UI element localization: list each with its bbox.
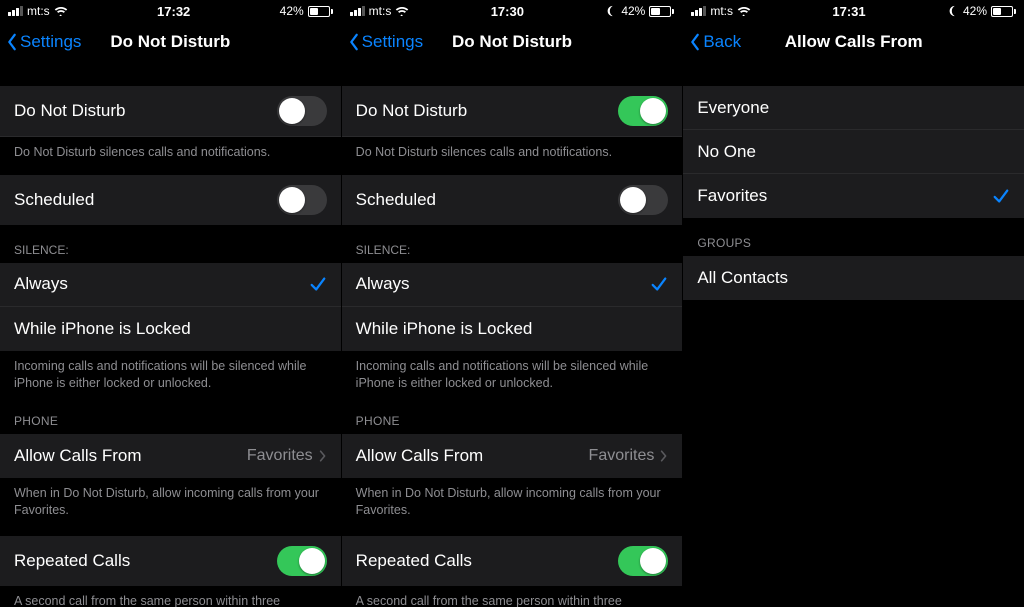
dnd-switch[interactable] bbox=[618, 96, 668, 126]
status-bar: mt:s 17:30 42% bbox=[342, 0, 683, 20]
scheduled-toggle-row[interactable]: Scheduled bbox=[0, 175, 341, 225]
carrier-label: mt:s bbox=[27, 4, 50, 18]
scheduled-row-label: Scheduled bbox=[14, 190, 277, 210]
dnd-row-label: Do Not Disturb bbox=[356, 101, 619, 121]
repeated-calls-switch[interactable] bbox=[618, 546, 668, 576]
nav-bar: Settings Do Not Disturb bbox=[342, 20, 683, 64]
back-label: Settings bbox=[20, 32, 81, 52]
checkmark-icon bbox=[992, 187, 1010, 205]
chevron-right-icon bbox=[319, 449, 327, 463]
group-all-contacts[interactable]: All Contacts bbox=[683, 256, 1024, 300]
scheduled-row-label: Scheduled bbox=[356, 190, 619, 210]
status-bar: mt:s 17:31 42% bbox=[683, 0, 1024, 20]
signal-bars-icon bbox=[691, 6, 706, 16]
nav-bar: Back Allow Calls From bbox=[683, 20, 1024, 64]
nav-bar: Settings Do Not Disturb bbox=[0, 20, 341, 64]
pane-allow-calls: mt:s 17:31 42% Back Allow Calls From Eve… bbox=[683, 0, 1024, 607]
allow-calls-row[interactable]: Allow Calls From Favorites bbox=[342, 434, 683, 478]
wifi-icon bbox=[737, 6, 751, 16]
clock-label: 17:31 bbox=[832, 4, 865, 19]
back-button[interactable]: Settings bbox=[348, 20, 423, 64]
chevron-right-icon bbox=[660, 449, 668, 463]
allow-calls-value: Favorites bbox=[589, 447, 655, 465]
chevron-left-icon bbox=[6, 33, 18, 51]
repeated-calls-footer: A second call from the same person withi… bbox=[0, 586, 341, 607]
chevron-left-icon bbox=[348, 33, 360, 51]
wifi-icon bbox=[395, 6, 409, 16]
silence-footer: Incoming calls and notifications will be… bbox=[342, 351, 683, 396]
silence-option-locked[interactable]: While iPhone is Locked bbox=[0, 307, 341, 351]
silence-option-always[interactable]: Always bbox=[342, 263, 683, 307]
dnd-toggle-row[interactable]: Do Not Disturb bbox=[0, 86, 341, 137]
back-button[interactable]: Settings bbox=[6, 20, 81, 64]
pane-dnd-off: mt:s 17:32 42% Settings Do Not Disturb D… bbox=[0, 0, 342, 607]
phone-header: PHONE bbox=[0, 396, 341, 434]
allow-calls-footer: When in Do Not Disturb, allow incoming c… bbox=[342, 478, 683, 523]
page-title: Do Not Disturb bbox=[110, 32, 230, 52]
carrier-label: mt:s bbox=[369, 4, 392, 18]
status-bar: mt:s 17:32 42% bbox=[0, 0, 341, 20]
allow-option-favorites[interactable]: Favorites bbox=[683, 174, 1024, 218]
allow-calls-footer: When in Do Not Disturb, allow incoming c… bbox=[0, 478, 341, 523]
allow-calls-value: Favorites bbox=[247, 447, 313, 465]
phone-header: PHONE bbox=[342, 396, 683, 434]
groups-header: GROUPS bbox=[683, 218, 1024, 256]
pane-dnd-on: mt:s 17:30 42% Settings Do Not Disturb D… bbox=[342, 0, 684, 607]
checkmark-icon bbox=[650, 275, 668, 293]
back-label: Back bbox=[703, 32, 741, 52]
moon-icon bbox=[947, 5, 959, 17]
dnd-footer: Do Not Disturb silences calls and notifi… bbox=[0, 137, 341, 165]
battery-icon bbox=[308, 6, 333, 17]
repeated-calls-switch[interactable] bbox=[277, 546, 327, 576]
battery-percent-label: 42% bbox=[621, 4, 645, 18]
repeated-calls-row[interactable]: Repeated Calls bbox=[0, 536, 341, 586]
signal-bars-icon bbox=[350, 6, 365, 16]
signal-bars-icon bbox=[8, 6, 23, 16]
silence-header: SILENCE: bbox=[0, 225, 341, 263]
battery-icon bbox=[991, 6, 1016, 17]
scheduled-toggle-row[interactable]: Scheduled bbox=[342, 175, 683, 225]
page-title: Allow Calls From bbox=[785, 32, 923, 52]
repeated-calls-footer: A second call from the same person withi… bbox=[342, 586, 683, 607]
dnd-row-label: Do Not Disturb bbox=[14, 101, 277, 121]
silence-option-locked[interactable]: While iPhone is Locked bbox=[342, 307, 683, 351]
moon-icon bbox=[605, 5, 617, 17]
dnd-switch[interactable] bbox=[277, 96, 327, 126]
allow-option-everyone[interactable]: Everyone bbox=[683, 86, 1024, 130]
wifi-icon bbox=[54, 6, 68, 16]
dnd-toggle-row[interactable]: Do Not Disturb bbox=[342, 86, 683, 137]
back-label: Settings bbox=[362, 32, 423, 52]
scheduled-switch[interactable] bbox=[618, 185, 668, 215]
page-title: Do Not Disturb bbox=[452, 32, 572, 52]
chevron-left-icon bbox=[689, 33, 701, 51]
battery-percent-label: 42% bbox=[963, 4, 987, 18]
clock-label: 17:32 bbox=[157, 4, 190, 19]
clock-label: 17:30 bbox=[491, 4, 524, 19]
checkmark-icon bbox=[309, 275, 327, 293]
silence-header: SILENCE: bbox=[342, 225, 683, 263]
battery-icon bbox=[649, 6, 674, 17]
silence-option-always[interactable]: Always bbox=[0, 263, 341, 307]
repeated-calls-row[interactable]: Repeated Calls bbox=[342, 536, 683, 586]
battery-percent-label: 42% bbox=[280, 4, 304, 18]
dnd-footer: Do Not Disturb silences calls and notifi… bbox=[342, 137, 683, 165]
scheduled-switch[interactable] bbox=[277, 185, 327, 215]
carrier-label: mt:s bbox=[710, 4, 733, 18]
allow-calls-row[interactable]: Allow Calls From Favorites bbox=[0, 434, 341, 478]
silence-footer: Incoming calls and notifications will be… bbox=[0, 351, 341, 396]
allow-option-noone[interactable]: No One bbox=[683, 130, 1024, 174]
back-button[interactable]: Back bbox=[689, 20, 741, 64]
